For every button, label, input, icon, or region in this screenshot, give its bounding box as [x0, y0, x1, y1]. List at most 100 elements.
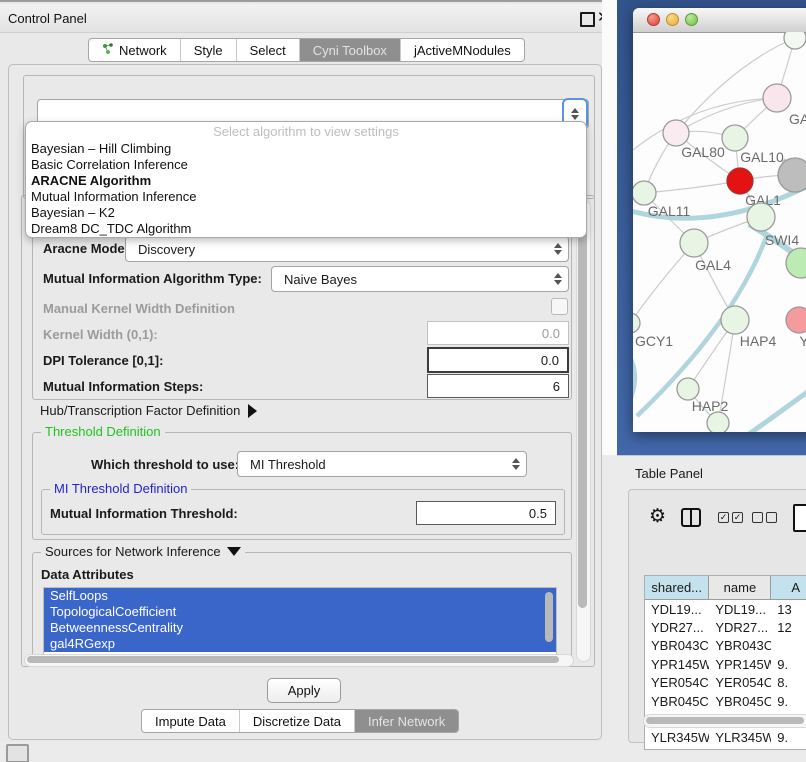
- network-edge: [633, 348, 635, 402]
- hub-definition-section[interactable]: Hub/Transcription Factor Definition: [40, 403, 257, 418]
- select-all-icon[interactable]: ✓✓: [718, 512, 743, 523]
- network-graph[interactable]: GALGAL80GAL10GAL1GAL11SWI4GAL4GCY1HAP4YH…: [633, 32, 806, 432]
- collapsed-arrow-icon[interactable]: [248, 404, 257, 418]
- tab-style[interactable]: Style: [180, 39, 236, 61]
- close-window-icon[interactable]: [647, 13, 660, 26]
- screen: Control Panel ✕ Network Style Select Cyn…: [0, 0, 806, 762]
- node-GAL11[interactable]: [633, 181, 656, 205]
- dropdown-item[interactable]: Basic Correlation Inference: [26, 157, 586, 173]
- settings-scrollbar-thumb[interactable]: [578, 202, 587, 608]
- node-SWI4[interactable]: [747, 203, 775, 231]
- bottom-tabbar: Impute Data Discretize Data Infer Networ…: [141, 709, 459, 733]
- node-GAL10[interactable]: [722, 125, 748, 151]
- manual-kernel-width-checkbox[interactable]: [551, 298, 568, 315]
- select-none-icon[interactable]: [752, 512, 777, 523]
- tab-cyni-toolbox[interactable]: Cyni Toolbox: [299, 39, 400, 61]
- network-node-label: GAL80: [681, 144, 725, 160]
- node-gal-clipped[interactable]: [763, 84, 791, 112]
- node-GCY1[interactable]: [633, 313, 640, 333]
- mi-steps-label: Mutual Information Steps:: [43, 379, 203, 394]
- node-GAL4[interactable]: [680, 229, 708, 257]
- column-header[interactable]: A: [771, 576, 806, 600]
- list-item[interactable]: TopologicalCoefficient: [44, 604, 556, 620]
- settings-gear-icon[interactable]: ⚙: [649, 507, 666, 526]
- table-panel: Table Panel ⚙ ✓✓ shared... name A YDL19.…: [617, 455, 806, 762]
- dropdown-item-selected[interactable]: ARACNE Algorithm: [26, 173, 586, 189]
- export-table-icon[interactable]: [793, 504, 806, 532]
- float-panel-icon[interactable]: [580, 12, 595, 27]
- sources-groupbox: Sources for Network Inference Data Attri…: [32, 552, 572, 665]
- list-scrollbar-thumb[interactable]: [545, 592, 553, 642]
- minimize-window-icon[interactable]: [666, 13, 679, 26]
- algorithm-definition-groupbox: Algorithm Definition Aracne Mode: Discov…: [32, 222, 572, 400]
- table-row[interactable]: YLR345WYLR345W9.: [645, 729, 806, 747]
- node-partial-top[interactable]: [784, 32, 806, 49]
- table-row[interactable]: YER054CYER054C8.: [645, 674, 806, 692]
- node-gray[interactable]: [778, 158, 806, 192]
- tab-select[interactable]: Select: [236, 39, 299, 61]
- which-threshold-combobox[interactable]: MI Threshold: [237, 451, 527, 477]
- dpi-tolerance-field[interactable]: 0.0: [427, 347, 569, 373]
- mi-steps-field[interactable]: 6: [427, 374, 569, 398]
- network-node-label: HAP2: [692, 398, 729, 414]
- node-salmon[interactable]: [786, 307, 806, 333]
- which-threshold-label: Which threshold to use:: [91, 457, 239, 472]
- mi-threshold-field[interactable]: 0.5: [416, 501, 556, 525]
- network-node-label: HAP4: [740, 333, 777, 349]
- combo-spinner-icon: [506, 452, 526, 476]
- aracne-mode-combobox[interactable]: Discovery: [125, 236, 569, 262]
- sources-title: Sources for Network Inference: [45, 544, 221, 559]
- apply-button[interactable]: Apply: [267, 678, 341, 703]
- settings-hscrollbar[interactable]: [24, 654, 574, 667]
- table-row[interactable]: YBR045CYBR045C9.: [645, 692, 806, 710]
- zoom-window-icon[interactable]: [685, 13, 698, 26]
- column-header[interactable]: name: [709, 576, 771, 600]
- cyni-algorithm-settings-groupbox: Cyni Algorithm Settings Algorithm Defini…: [21, 195, 595, 667]
- network-node-label: Y: [799, 333, 806, 349]
- table-row[interactable]: YDR27...YDR27...12: [645, 618, 806, 636]
- mi-threshold-groupbox: MI Threshold Definition Mutual Informati…: [41, 489, 565, 535]
- control-panel: Control Panel ✕ Network Style Select Cyn…: [0, 0, 602, 742]
- list-item[interactable]: gal4RGexp: [44, 636, 556, 652]
- table-row[interactable]: YPR145WYPR145W9.: [645, 655, 806, 673]
- sources-title-row[interactable]: Sources for Network Inference: [41, 544, 245, 559]
- dropdown-item[interactable]: Bayesian – Hill Climbing: [26, 141, 586, 157]
- desktop-background: GALGAL80GAL10GAL1GAL11SWI4GAL4GCY1HAP4YH…: [617, 0, 806, 455]
- mi-threshold-label: Mutual Information Threshold:: [50, 506, 238, 521]
- dropdown-item[interactable]: Mutual Information Inference: [26, 189, 586, 205]
- network-node-label: GAL10: [740, 149, 784, 165]
- table-row[interactable]: YDL19...YDL19...13: [645, 600, 806, 618]
- table-hscrollbar[interactable]: [643, 714, 806, 728]
- table-row[interactable]: YIL052CYIL052C9: [645, 747, 806, 750]
- table-panel-body: ⚙ ✓✓ shared... name A YDL19...YDL19...13…: [628, 489, 806, 743]
- node-partial-bottom[interactable]: [707, 412, 729, 432]
- network-window-titlebar[interactable]: [633, 8, 806, 33]
- settings-scrollbar[interactable]: [576, 200, 591, 662]
- split-columns-icon[interactable]: [681, 508, 701, 527]
- node-GAL1[interactable]: [727, 168, 753, 194]
- tab-impute-data[interactable]: Impute Data: [142, 710, 239, 732]
- node-HAP2[interactable]: [677, 378, 699, 400]
- combo-spinner-icon: [548, 267, 568, 291]
- dropdown-item[interactable]: Bayesian – K2: [26, 205, 586, 221]
- node-HAP4[interactable]: [721, 306, 749, 334]
- mi-algorithm-type-combobox[interactable]: Naive Bayes: [271, 266, 569, 292]
- tab-network[interactable]: Network: [89, 39, 180, 61]
- tab-discretize-data[interactable]: Discretize Data: [239, 710, 354, 732]
- settings-hscrollbar-thumb[interactable]: [27, 656, 559, 663]
- tab-infer-network[interactable]: Infer Network: [354, 710, 458, 732]
- node-GAL80[interactable]: [663, 120, 689, 146]
- tab-jactivemnodules[interactable]: jActiveMNodules: [400, 39, 524, 61]
- restore-panel-icon[interactable]: [6, 744, 29, 762]
- column-header[interactable]: shared...: [645, 576, 709, 600]
- dropdown-item[interactable]: Dream8 DC_TDC Algorithm: [26, 221, 586, 237]
- kernel-width-field[interactable]: 0.0: [427, 321, 569, 345]
- table-hscrollbar-thumb[interactable]: [646, 717, 804, 724]
- list-item[interactable]: SelfLoops: [44, 588, 556, 604]
- expanded-arrow-icon[interactable]: [227, 547, 241, 556]
- aracne-mode-label: Aracne Mode:: [43, 241, 129, 256]
- network-edge: [749, 382, 806, 432]
- list-item[interactable]: BetweennessCentrality: [44, 620, 556, 636]
- table-row[interactable]: YBR043CYBR043C: [645, 637, 806, 655]
- threshold-definition-groupbox: Threshold Definition Which threshold to …: [32, 432, 572, 540]
